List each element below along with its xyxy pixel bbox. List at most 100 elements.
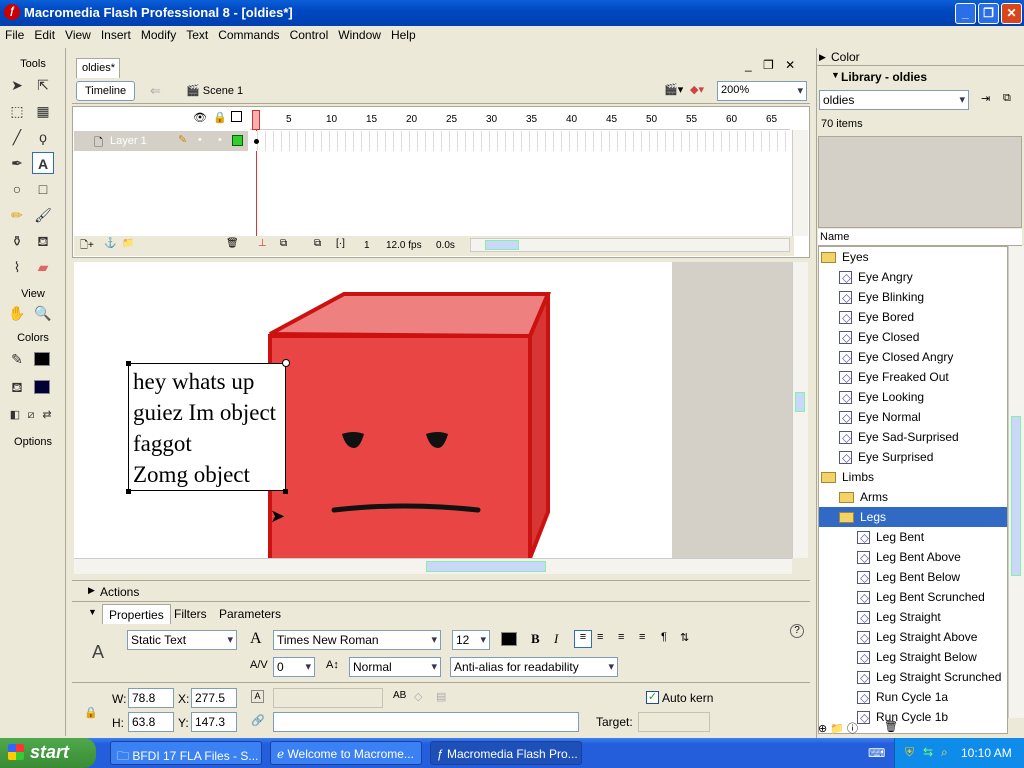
library-symbol[interactable]: Run Cycle 1a [819, 687, 1007, 707]
text-color-swatch[interactable] [501, 632, 517, 646]
static-text-box[interactable]: hey whats up guiez Im object faggot Zomg… [128, 363, 286, 491]
library-folder[interactable]: Eyes [819, 247, 1007, 267]
text-direction-icon[interactable]: ⇅ [680, 631, 689, 644]
menu-insert[interactable]: Insert [96, 26, 136, 44]
doc-close-icon[interactable]: ✕ [785, 58, 795, 72]
handle-top-left[interactable] [126, 361, 131, 366]
timeline-button[interactable]: Timeline [76, 81, 136, 101]
keyframe-icon[interactable] [254, 139, 259, 144]
url-link-field[interactable] [273, 712, 579, 732]
y-field[interactable]: 147.3 [191, 712, 237, 732]
text-type-select[interactable]: Static Text [127, 630, 237, 650]
fill-color-swatch[interactable] [34, 380, 50, 394]
library-symbol[interactable]: Eye Closed Angry [819, 347, 1007, 367]
library-select[interactable]: oldies [819, 90, 969, 110]
menu-help[interactable]: Help [386, 26, 421, 44]
library-symbol[interactable]: Eye Bored [819, 307, 1007, 327]
menu-commands[interactable]: Commands [213, 26, 284, 44]
library-symbol[interactable]: Eye Blinking [819, 287, 1007, 307]
start-button[interactable]: start [0, 738, 96, 768]
timeline-hscroll[interactable] [470, 238, 790, 252]
library-symbol[interactable]: Leg Bent Below [819, 567, 1007, 587]
minimize-button[interactable]: _ [955, 3, 976, 24]
baseline-select[interactable]: Normal [349, 657, 441, 677]
auto-kern-checkbox[interactable]: ✓ [646, 691, 659, 704]
library-folder[interactable]: Legs [819, 507, 1007, 527]
delete-layer-icon[interactable]: 🗑 [226, 238, 239, 249]
stage-hscroll[interactable] [74, 558, 792, 574]
close-button[interactable]: ✕ [1001, 3, 1022, 24]
library-symbol[interactable]: Eye Surprised [819, 447, 1007, 467]
align-center-icon[interactable]: ≡ [597, 631, 603, 643]
paint-bucket-tool-icon[interactable]: ⛾ [32, 230, 54, 252]
zoom-select[interactable]: 200% [717, 81, 807, 101]
network-icon[interactable]: ⇆ [923, 745, 933, 759]
frames-row[interactable] [250, 131, 792, 151]
free-transform-tool-icon[interactable]: ⬚ [6, 100, 28, 122]
library-symbol[interactable]: Leg Straight Above [819, 627, 1007, 647]
timeline-hscroll-thumb[interactable] [485, 240, 519, 250]
edit-scene-icon[interactable]: 🎬▾ [664, 83, 683, 96]
library-panel-header[interactable]: Library - oldies [817, 67, 1024, 87]
new-folder-icon[interactable]: 📁 [830, 723, 844, 735]
library-symbol[interactable]: Leg Bent [819, 527, 1007, 547]
stage-vscroll[interactable] [792, 262, 808, 558]
layer-name[interactable]: Layer 1 [110, 135, 147, 147]
layer-row[interactable]: 🗋 Layer 1 ✎ • • [74, 131, 248, 151]
render-html-icon[interactable]: AB [393, 690, 406, 701]
tab-parameters[interactable]: Parameters [213, 604, 287, 624]
show-border-icon[interactable]: ◇ [414, 690, 422, 703]
text-tool-icon[interactable]: A [32, 152, 54, 174]
library-name-header[interactable]: Name [818, 229, 1022, 246]
var-icon[interactable]: ▤ [436, 690, 446, 703]
library-symbol[interactable]: Eye Angry [819, 267, 1007, 287]
actions-panel-header[interactable]: ▶ Actions [72, 580, 810, 602]
lock-proportions-icon[interactable]: 🔒 [84, 706, 98, 719]
onion-outline-icon[interactable]: ⧉ [314, 238, 321, 249]
keyboard-icon[interactable]: ⌨ [868, 746, 885, 760]
playhead[interactable] [252, 110, 260, 130]
library-symbol[interactable]: Leg Bent Above [819, 547, 1007, 567]
oval-tool-icon[interactable]: ○ [6, 178, 28, 200]
handle-bottom-left[interactable] [126, 489, 131, 494]
timeline-ruler[interactable]: 15101520253035404550556065 [250, 110, 790, 130]
pen-tool-icon[interactable]: ✒ [6, 152, 28, 174]
library-vscroll-thumb[interactable] [1011, 416, 1021, 576]
selectable-icon[interactable]: A [251, 690, 264, 703]
lasso-tool-icon[interactable]: ϙ [32, 126, 54, 148]
gradient-transform-tool-icon[interactable]: ▦ [32, 100, 54, 122]
menu-control[interactable]: Control [285, 26, 334, 44]
menu-window[interactable]: Window [333, 26, 386, 44]
new-symbol-icon[interactable]: ⊕ [818, 723, 827, 735]
taskbar-item-flash[interactable]: ƒ Macromedia Flash Pro... [430, 741, 582, 765]
library-symbol[interactable]: Eye Freaked Out [819, 367, 1007, 387]
lock-layers-icon[interactable]: 🔒 [213, 111, 227, 124]
taskbar-item-browser[interactable]: ℯ Welcome to Macrome... [270, 741, 422, 765]
menu-modify[interactable]: Modify [136, 26, 181, 44]
line-tool-icon[interactable]: ╱ [6, 126, 28, 148]
insert-folder-icon[interactable]: 📁 [122, 238, 134, 249]
eraser-tool-icon[interactable]: ▰ [32, 256, 54, 278]
timeline-vscroll[interactable] [792, 130, 808, 236]
center-frame-icon[interactable]: ⊥ [258, 238, 267, 249]
zoom-tool-icon[interactable]: 🔍 [32, 302, 54, 324]
doc-minimize-icon[interactable]: _ [745, 58, 752, 72]
justify-icon[interactable]: ≡ [639, 631, 645, 643]
library-symbol[interactable]: Leg Bent Scrunched [819, 587, 1007, 607]
show-hide-layers-icon[interactable]: 👁 [193, 111, 207, 124]
library-symbol[interactable]: Eye Normal [819, 407, 1007, 427]
onion-skin-icon[interactable]: ⧉ [280, 238, 287, 249]
library-symbol[interactable]: Eye Closed [819, 327, 1007, 347]
library-symbol[interactable]: Leg Straight [819, 607, 1007, 627]
tab-properties[interactable]: Properties [102, 604, 171, 624]
font-select[interactable]: Times New Roman [273, 630, 441, 650]
properties-icon[interactable]: ⓘ [847, 723, 858, 735]
width-field[interactable]: 78.8 [128, 688, 174, 708]
subselection-tool-icon[interactable]: ⇱ [32, 74, 54, 96]
menu-file[interactable]: File [0, 26, 29, 44]
new-library-icon[interactable]: ⧉ [1003, 92, 1011, 105]
library-folder[interactable]: Limbs [819, 467, 1007, 487]
tab-filters[interactable]: Filters [168, 604, 213, 624]
eyedropper-tool-icon[interactable]: ⌇ [6, 256, 28, 278]
ink-bottle-tool-icon[interactable]: ⚱ [6, 230, 28, 252]
